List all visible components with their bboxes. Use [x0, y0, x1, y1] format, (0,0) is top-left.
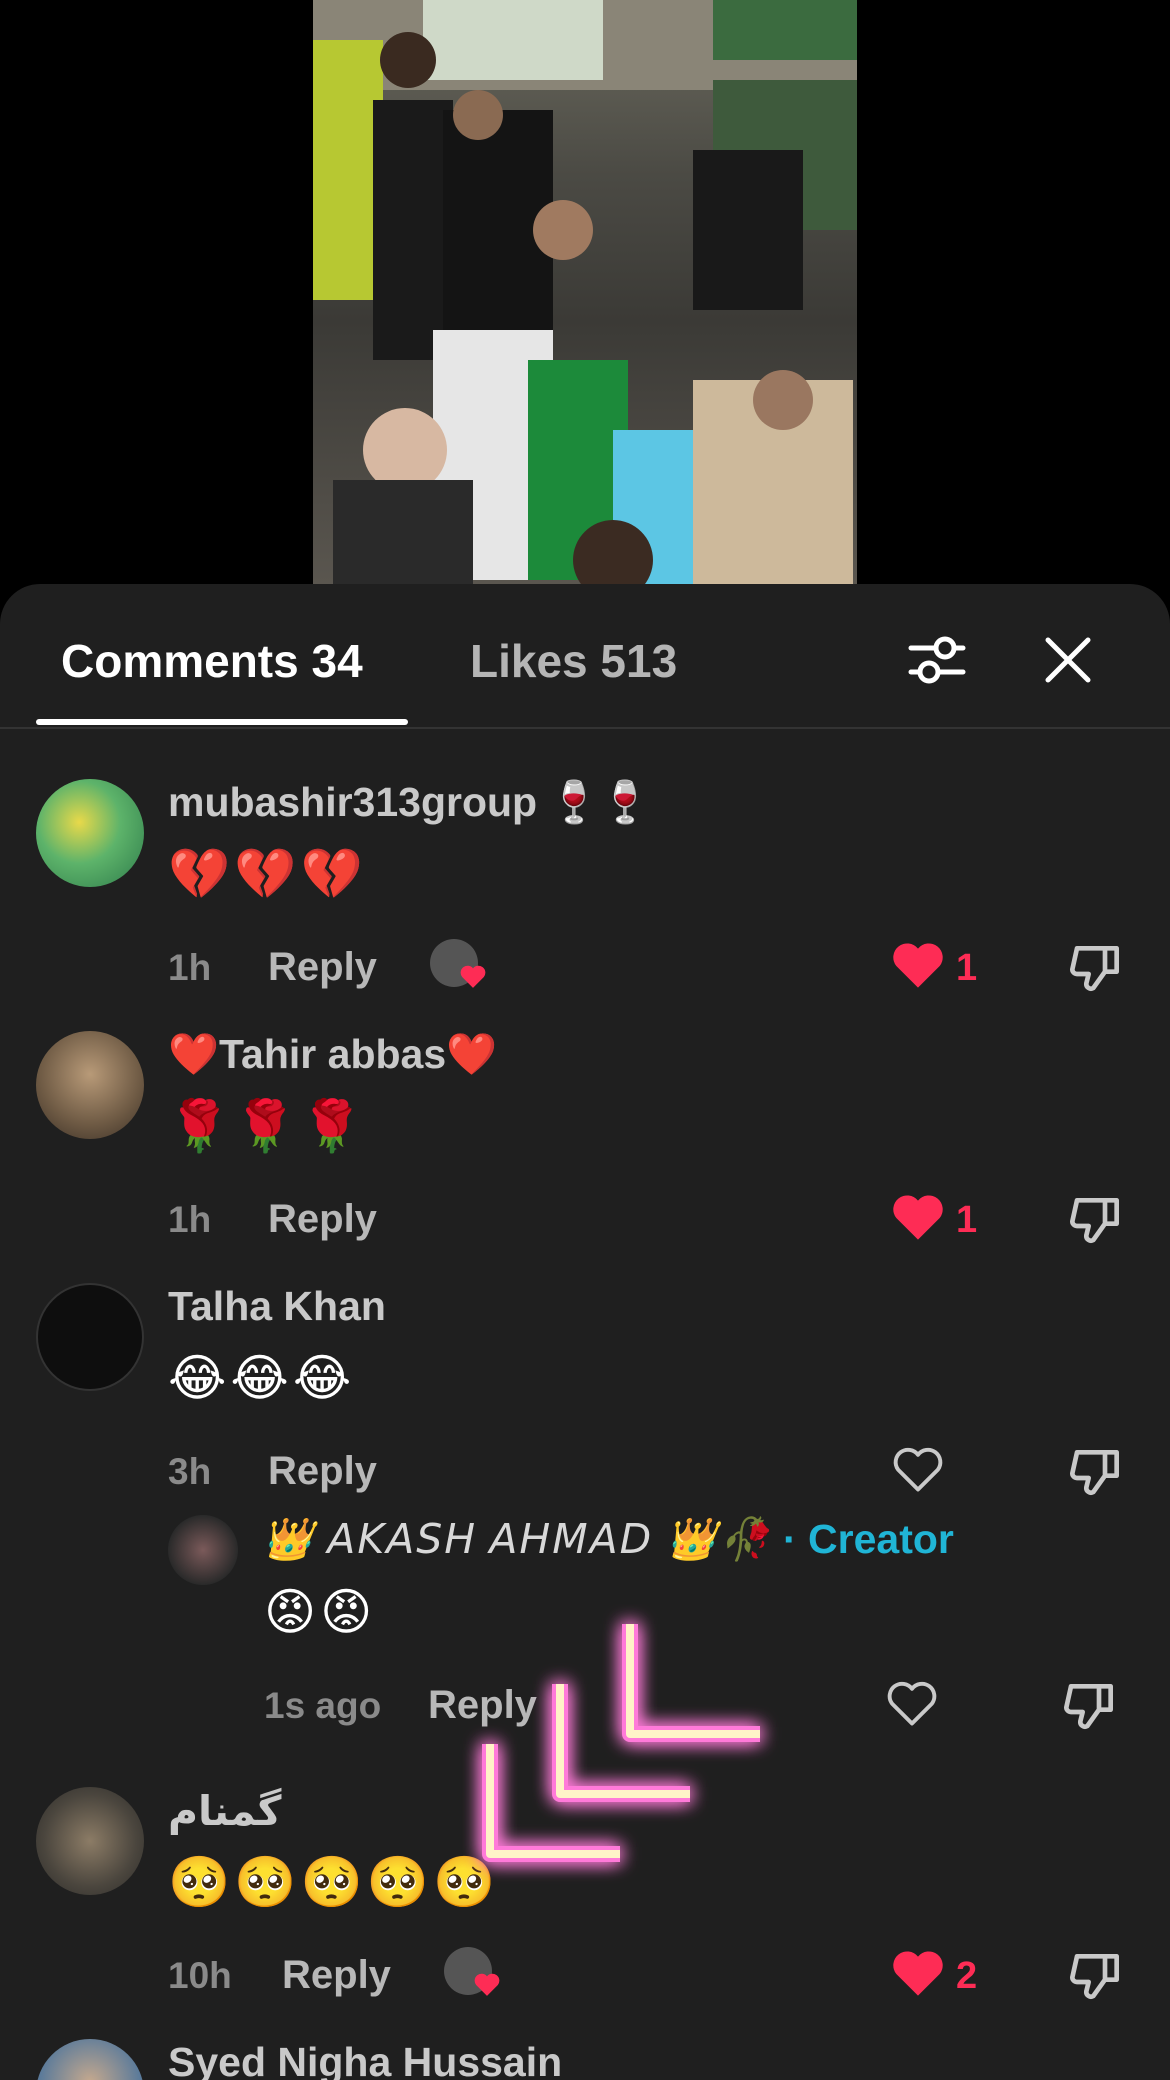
tab-comments[interactable]: Comments 34 [61, 634, 363, 688]
heart-outline-icon[interactable] [892, 1446, 944, 1494]
dislike-icon[interactable] [1070, 1947, 1126, 2003]
avatar[interactable] [36, 1031, 144, 1139]
video-frame-image [313, 0, 857, 584]
comment-time: 10h [168, 1955, 232, 1996]
dislike-icon[interactable] [1070, 1443, 1126, 1499]
like-count: 1 [956, 947, 978, 989]
avatar[interactable] [36, 1787, 144, 1895]
reply-avatar[interactable] [168, 1515, 238, 1585]
close-icon[interactable] [1036, 628, 1100, 692]
comment-username[interactable]: Syed Nigha Hussain [168, 2039, 562, 2080]
dislike-icon[interactable] [1064, 1677, 1120, 1733]
dislike-icon[interactable] [1070, 1191, 1126, 1247]
creator-badge: · Creator [783, 1516, 954, 1562]
reply-time: 1s ago [264, 1685, 382, 1726]
heart-outline-icon[interactable] [886, 1680, 938, 1728]
tab-likes[interactable]: Likes 513 [470, 634, 677, 688]
comment-username[interactable]: mubashir313group 🍷🍷 [168, 779, 651, 827]
comment-time: 1h [168, 1199, 212, 1240]
reply-button[interactable]: Reply [268, 1197, 377, 1242]
comment-text: 🌹🌹🌹 [168, 1098, 367, 1154]
comment-username[interactable]: Talha Khan [168, 1283, 386, 1330]
active-tab-indicator [36, 719, 408, 725]
heart-icon [460, 965, 486, 988]
comment-time: 3h [168, 1451, 212, 1492]
reply-username[interactable]: 👑 𝘈𝘒𝘈𝘚𝘏 𝘈𝘏𝘔𝘈𝘋 👑🥀 · Creator [262, 1515, 954, 1564]
reply-button[interactable]: Reply [282, 1953, 391, 1998]
comment-text: 😂😂😂 [168, 1350, 356, 1406]
swipe-hint-chevron-icon [482, 1624, 760, 1862]
heart-icon[interactable] [892, 1950, 944, 1998]
avatar[interactable] [36, 779, 144, 887]
avatar[interactable] [36, 2039, 144, 2080]
heart-icon[interactable] [892, 942, 944, 990]
tab-bar: Comments 34 Likes 513 [0, 584, 1170, 729]
filter-sliders-icon[interactable] [905, 628, 969, 692]
avatar[interactable] [36, 1283, 144, 1391]
comment-username[interactable]: گمنام [168, 1787, 282, 1835]
like-count: 2 [956, 1955, 978, 1997]
heart-icon [474, 1973, 500, 1996]
comment-username[interactable]: ❤️Tahir abbas❤️ [168, 1031, 497, 1079]
comment-time: 1h [168, 947, 212, 988]
comment-text: 💔💔💔 [168, 846, 367, 902]
reply-button[interactable]: Reply [268, 1449, 377, 1494]
heart-icon[interactable] [892, 1194, 944, 1242]
reply-text: 😡😡 [264, 1584, 377, 1640]
dislike-icon[interactable] [1070, 939, 1126, 995]
like-count: 1 [956, 1199, 978, 1241]
comments-sheet: Comments 34 Likes 513 mubashir313group 🍷… [0, 584, 1170, 2080]
reply-button[interactable]: Reply [268, 945, 377, 990]
video-preview[interactable] [313, 0, 857, 584]
